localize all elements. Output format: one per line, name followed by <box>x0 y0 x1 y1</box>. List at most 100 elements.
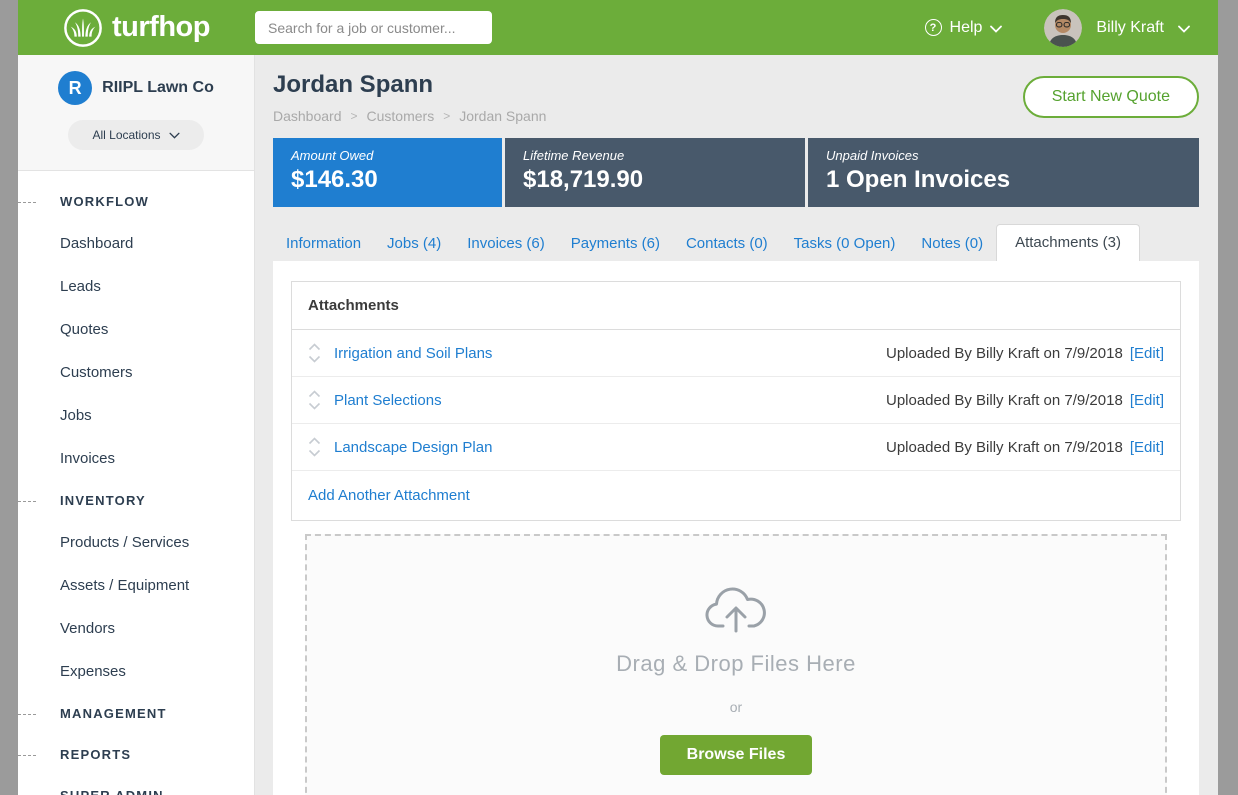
edit-attachment-link[interactable]: [Edit] <box>1130 439 1164 456</box>
tab-information[interactable]: Information <box>273 226 374 261</box>
breadcrumb-customers[interactable]: Customers <box>367 108 435 124</box>
add-attachment-link[interactable]: Add Another Attachment <box>292 471 1180 520</box>
reorder-handle[interactable] <box>308 343 321 363</box>
brand-logo[interactable]: turfhop <box>18 8 255 48</box>
dropzone-or-label: or <box>307 699 1165 715</box>
chevron-down-icon <box>1178 20 1190 38</box>
stat-label: Unpaid Invoices <box>826 148 1181 163</box>
attachment-meta: Uploaded By Billy Kraft on 7/9/2018 <box>886 439 1123 456</box>
chevron-down-icon <box>990 20 1002 38</box>
stat-unpaid-invoices: Unpaid Invoices 1 Open Invoices <box>808 138 1199 207</box>
edit-attachment-link[interactable]: [Edit] <box>1130 345 1164 362</box>
help-label: Help <box>950 19 983 37</box>
tab-notes[interactable]: Notes (0) <box>908 226 996 261</box>
start-new-quote-button[interactable]: Start New Quote <box>1023 76 1199 118</box>
chevron-up-icon <box>308 390 321 398</box>
company-name: RIIPL Lawn Co <box>102 79 214 97</box>
sidebar-item-invoices[interactable]: Invoices <box>18 437 254 480</box>
sidebar-section-workflow[interactable]: WORKFLOW <box>18 181 254 222</box>
attachment-link[interactable]: Irrigation and Soil Plans <box>334 345 886 362</box>
breadcrumb-current: Jordan Spann <box>459 108 546 124</box>
breadcrumb-separator: > <box>351 109 358 123</box>
sidebar-item-leads[interactable]: Leads <box>18 265 254 308</box>
card-title: Attachments <box>292 282 1180 330</box>
right-gutter <box>1218 0 1238 795</box>
tab-attachments[interactable]: Attachments (3) <box>996 224 1140 261</box>
breadcrumb: Dashboard > Customers > Jordan Spann <box>273 108 546 124</box>
screen: turfhop ? Help <box>0 0 1238 795</box>
attachment-row: Irrigation and Soil Plans Uploaded By Bi… <box>292 330 1180 377</box>
attachments-panel: Attachments Irrigation and Soil Plans Up… <box>273 261 1199 795</box>
attachment-meta: Uploaded By Billy Kraft on 7/9/2018 <box>886 345 1123 362</box>
breadcrumb-dashboard[interactable]: Dashboard <box>273 108 342 124</box>
sidebar-company-block: R RIIPL Lawn Co All Locations <box>18 55 254 171</box>
company: R RIIPL Lawn Co <box>58 71 214 105</box>
brand-name: turfhop <box>112 11 210 44</box>
sidebar-section-reports[interactable]: REPORTS <box>18 734 254 775</box>
attachment-link[interactable]: Landscape Design Plan <box>334 439 886 456</box>
attachment-row: Landscape Design Plan Uploaded By Billy … <box>292 424 1180 471</box>
page-header: Jordan Spann Dashboard > Customers > Jor… <box>255 55 1218 138</box>
stat-value: $18,719.90 <box>523 166 787 194</box>
attachment-row: Plant Selections Uploaded By Billy Kraft… <box>292 377 1180 424</box>
sidebar-item-customers[interactable]: Customers <box>18 351 254 394</box>
file-dropzone[interactable]: Drag & Drop Files Here or Browse Files <box>305 534 1167 795</box>
tab-payments[interactable]: Payments (6) <box>558 226 673 261</box>
sidebar-item-products-services[interactable]: Products / Services <box>18 521 254 564</box>
sidebar-item-jobs[interactable]: Jobs <box>18 394 254 437</box>
sidebar-item-vendors[interactable]: Vendors <box>18 607 254 650</box>
cloud-upload-icon <box>701 621 771 638</box>
tab-contacts[interactable]: Contacts (0) <box>673 226 781 261</box>
sidebar-section-inventory[interactable]: INVENTORY <box>18 480 254 521</box>
sidebar-item-quotes[interactable]: Quotes <box>18 308 254 351</box>
chevron-up-icon <box>308 437 321 445</box>
left-gutter <box>0 0 18 795</box>
user-name: Billy Kraft <box>1096 19 1164 37</box>
topbar: turfhop ? Help <box>18 0 1218 55</box>
turfhop-grass-icon <box>63 8 103 48</box>
chevron-down-icon <box>169 132 180 139</box>
stat-value: $146.30 <box>291 166 484 194</box>
tab-invoices[interactable]: Invoices (6) <box>454 226 558 261</box>
app-window: turfhop ? Help <box>18 0 1218 795</box>
user-menu[interactable]: Billy Kraft <box>1044 9 1190 47</box>
edit-attachment-link[interactable]: [Edit] <box>1130 392 1164 409</box>
chevron-down-icon <box>308 449 321 457</box>
stat-value: 1 Open Invoices <box>826 166 1181 194</box>
customer-tabs: Information Jobs (4) Invoices (6) Paymen… <box>273 224 1199 261</box>
sidebar-section-super-admin[interactable]: SUPER ADMIN <box>18 775 254 795</box>
stat-amount-owed: Amount Owed $146.30 <box>273 138 502 207</box>
sidebar-section-management[interactable]: MANAGEMENT <box>18 693 254 734</box>
sidebar-item-expenses[interactable]: Expenses <box>18 650 254 693</box>
sidebar-item-dashboard[interactable]: Dashboard <box>18 222 254 265</box>
tab-tasks[interactable]: Tasks (0 Open) <box>781 226 909 261</box>
global-search-input[interactable] <box>255 11 492 44</box>
stat-label: Lifetime Revenue <box>523 148 787 163</box>
attachment-link[interactable]: Plant Selections <box>334 392 886 409</box>
chevron-down-icon <box>308 402 321 410</box>
stat-lifetime-revenue: Lifetime Revenue $18,719.90 <box>505 138 805 207</box>
dropzone-heading: Drag & Drop Files Here <box>307 651 1165 677</box>
attachments-card: Attachments Irrigation and Soil Plans Up… <box>291 281 1181 521</box>
help-menu[interactable]: ? Help <box>925 18 1003 38</box>
sidebar: R RIIPL Lawn Co All Locations WORKFLOW D… <box>18 55 255 795</box>
attachment-meta: Uploaded By Billy Kraft on 7/9/2018 <box>886 392 1123 409</box>
sidebar-item-assets-equipment[interactable]: Assets / Equipment <box>18 564 254 607</box>
page-title: Jordan Spann <box>273 71 546 99</box>
reorder-handle[interactable] <box>308 437 321 457</box>
help-icon: ? <box>925 19 942 36</box>
stats-bar: Amount Owed $146.30 Lifetime Revenue $18… <box>273 138 1199 207</box>
sidebar-nav: WORKFLOW Dashboard Leads Quotes Customer… <box>18 171 254 795</box>
stat-label: Amount Owed <box>291 148 484 163</box>
chevron-up-icon <box>308 343 321 351</box>
chevron-down-icon <box>308 355 321 363</box>
browse-files-button[interactable]: Browse Files <box>660 735 813 775</box>
user-avatar <box>1044 9 1082 47</box>
company-logo: R <box>58 71 92 105</box>
tab-jobs[interactable]: Jobs (4) <box>374 226 454 261</box>
main-content: Jordan Spann Dashboard > Customers > Jor… <box>255 55 1218 795</box>
location-selector[interactable]: All Locations <box>68 120 203 150</box>
location-label: All Locations <box>92 128 160 142</box>
reorder-handle[interactable] <box>308 390 321 410</box>
breadcrumb-separator: > <box>443 109 450 123</box>
